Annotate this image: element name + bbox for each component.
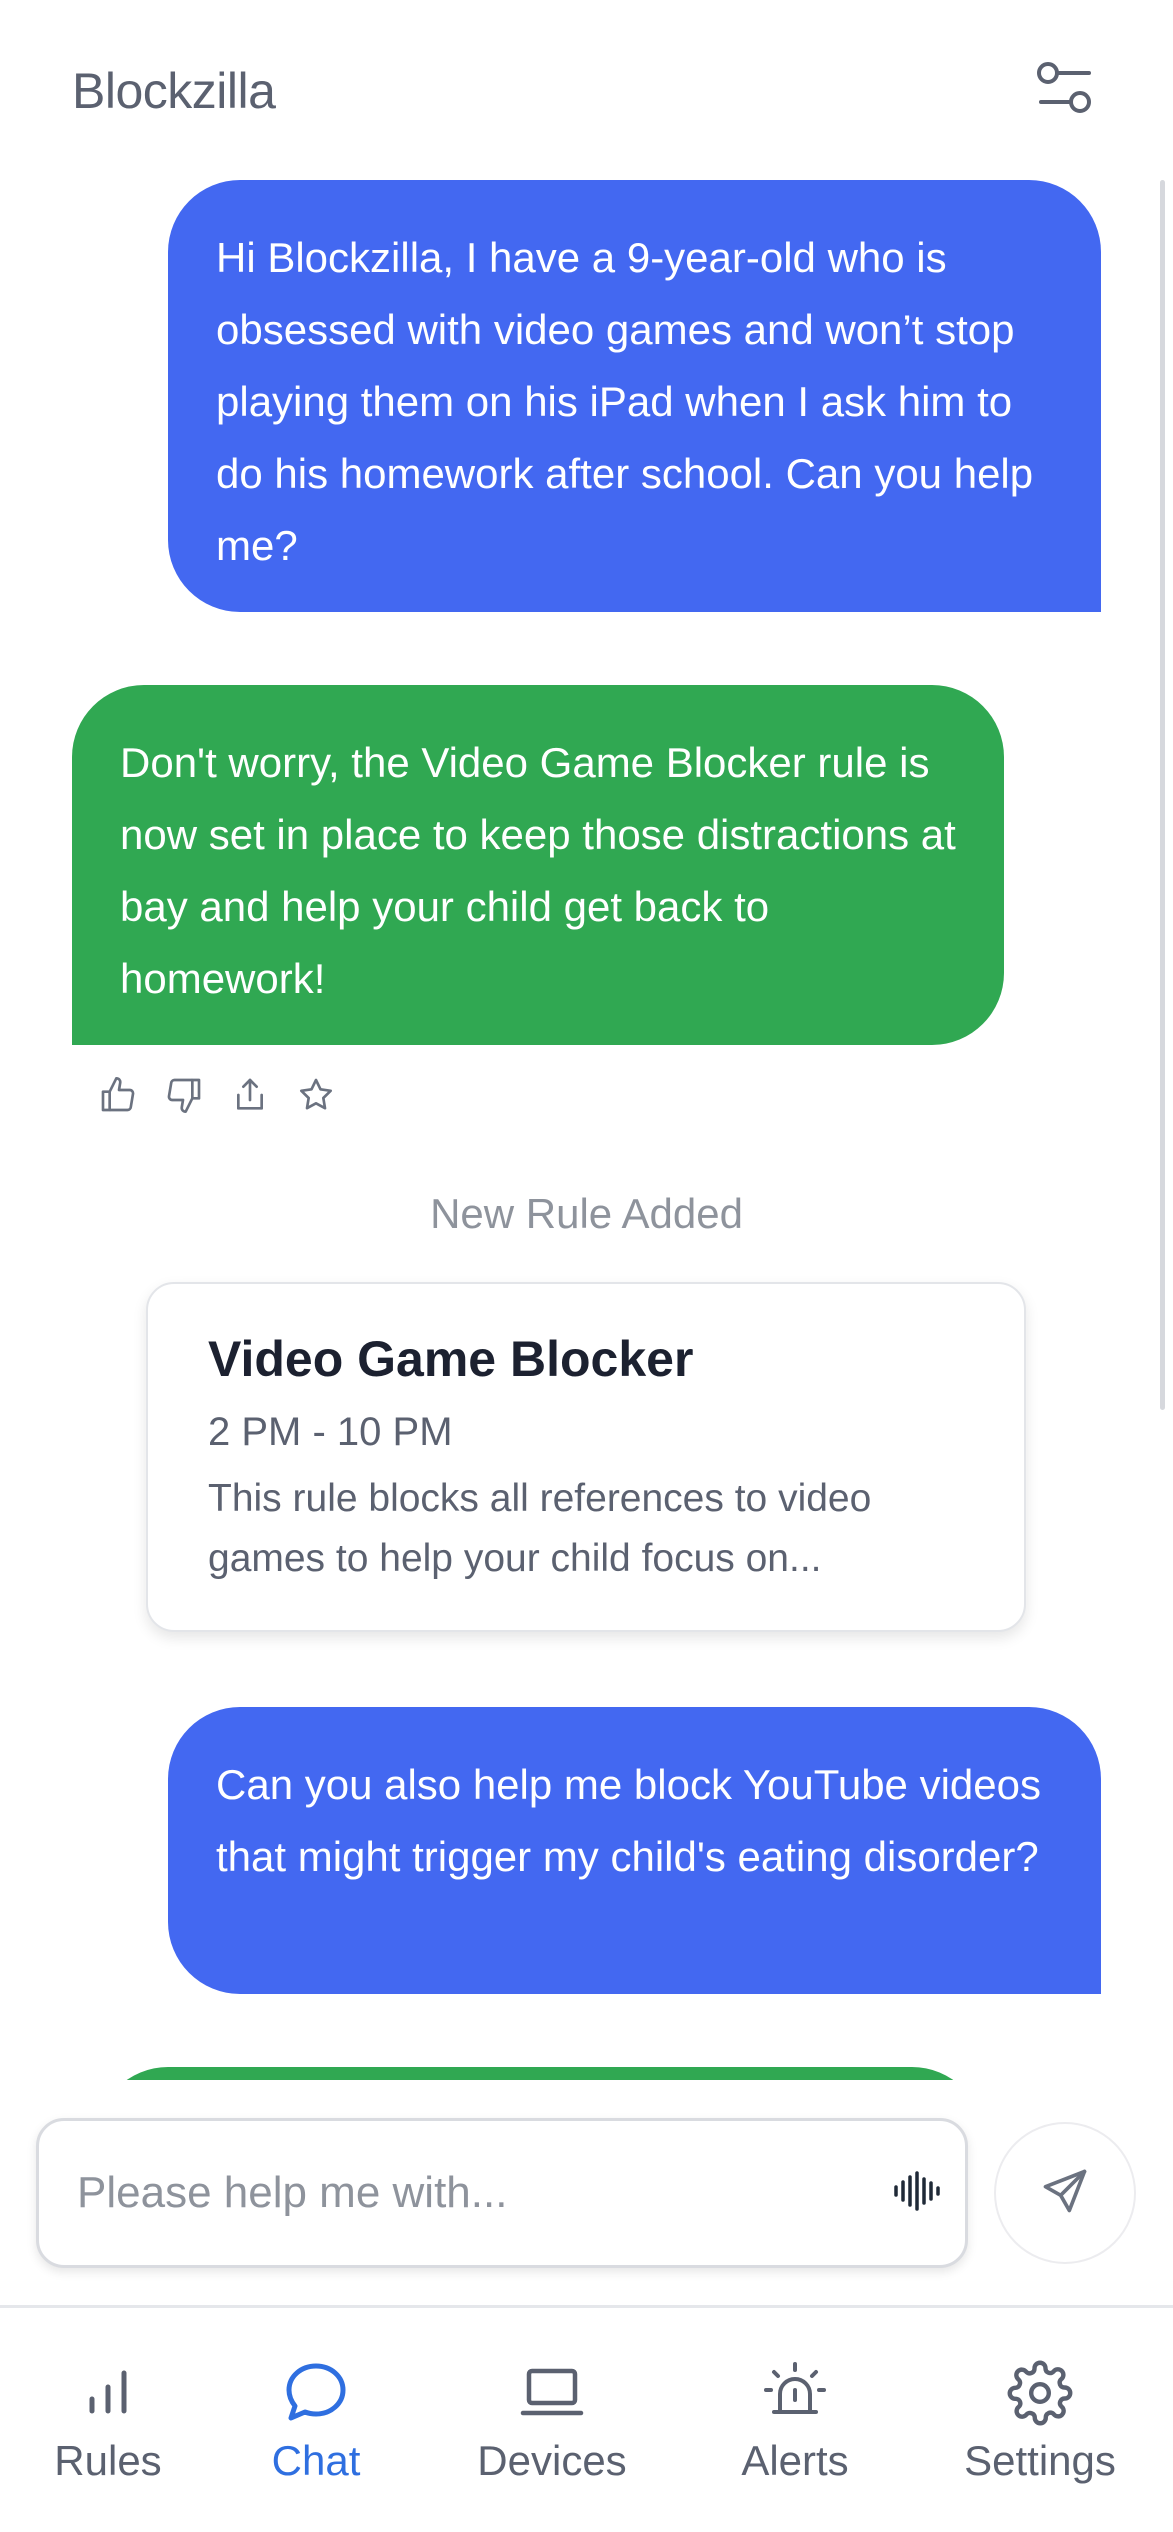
thumbs-down-icon[interactable] — [162, 1073, 206, 1117]
filter-settings-button[interactable] — [1030, 58, 1100, 122]
tab-label: Chat — [271, 2437, 361, 2484]
assistant-message-partial — [96, 2067, 984, 2080]
message-input[interactable] — [77, 2121, 857, 2265]
voice-input-button[interactable] — [885, 2161, 949, 2225]
rule-time: 2 PM - 10 PM — [208, 1410, 453, 1454]
tab-settings[interactable]: Settings — [940, 2353, 1140, 2485]
send-button[interactable] — [994, 2122, 1136, 2264]
tab-label: Settings — [964, 2437, 1116, 2484]
tab-alerts[interactable]: Alerts — [695, 2353, 895, 2485]
gear-icon — [1000, 2353, 1080, 2433]
message-text: Don't worry, the Video Game Blocker rule… — [120, 739, 956, 1002]
user-message: Hi Blockzilla, I have a 9-year-old who i… — [168, 180, 1101, 612]
message-composer — [36, 2118, 968, 2268]
bar-chart-icon — [68, 2353, 148, 2433]
rule-title: Video Game Blocker — [208, 1331, 694, 1387]
app-title: Blockzilla — [72, 63, 276, 119]
chat-thread: Hi Blockzilla, I have a 9-year-old who i… — [0, 180, 1173, 2080]
new-rule-notice: New Rule Added — [430, 1190, 743, 1237]
user-message: Can you also help me block YouTube video… — [168, 1707, 1101, 1994]
tab-chat[interactable]: Chat — [216, 2353, 416, 2485]
message-text: Hi Blockzilla, I have a 9-year-old who i… — [216, 234, 1034, 569]
share-icon[interactable] — [228, 1073, 272, 1117]
tab-label: Rules — [54, 2437, 162, 2484]
sliders-icon — [1035, 60, 1095, 121]
voice-wave-icon — [892, 2170, 942, 2216]
bottom-tab-bar: Rules Chat Devices Alerts Settings — [0, 2305, 1173, 2532]
chat-bubble-icon — [276, 2353, 356, 2433]
star-icon[interactable] — [294, 1073, 338, 1117]
rule-description: This rule blocks all references to video… — [208, 1477, 872, 1580]
siren-icon — [755, 2353, 835, 2433]
send-icon — [1039, 2165, 1091, 2222]
thumbs-up-icon[interactable] — [96, 1073, 140, 1117]
tab-label: Devices — [477, 2437, 627, 2484]
tab-rules[interactable]: Rules — [8, 2353, 208, 2485]
assistant-message: Don't worry, the Video Game Blocker rule… — [72, 685, 1004, 1045]
message-text: Can you also help me block YouTube video… — [216, 1761, 1041, 1880]
rule-card[interactable]: Video Game Blocker 2 PM - 10 PM This rul… — [146, 1282, 1026, 1632]
tab-devices[interactable]: Devices — [452, 2353, 652, 2485]
tab-label: Alerts — [741, 2437, 849, 2484]
laptop-icon — [512, 2353, 592, 2433]
app-header: Blockzilla — [0, 0, 1173, 180]
message-reactions — [96, 1065, 338, 1125]
